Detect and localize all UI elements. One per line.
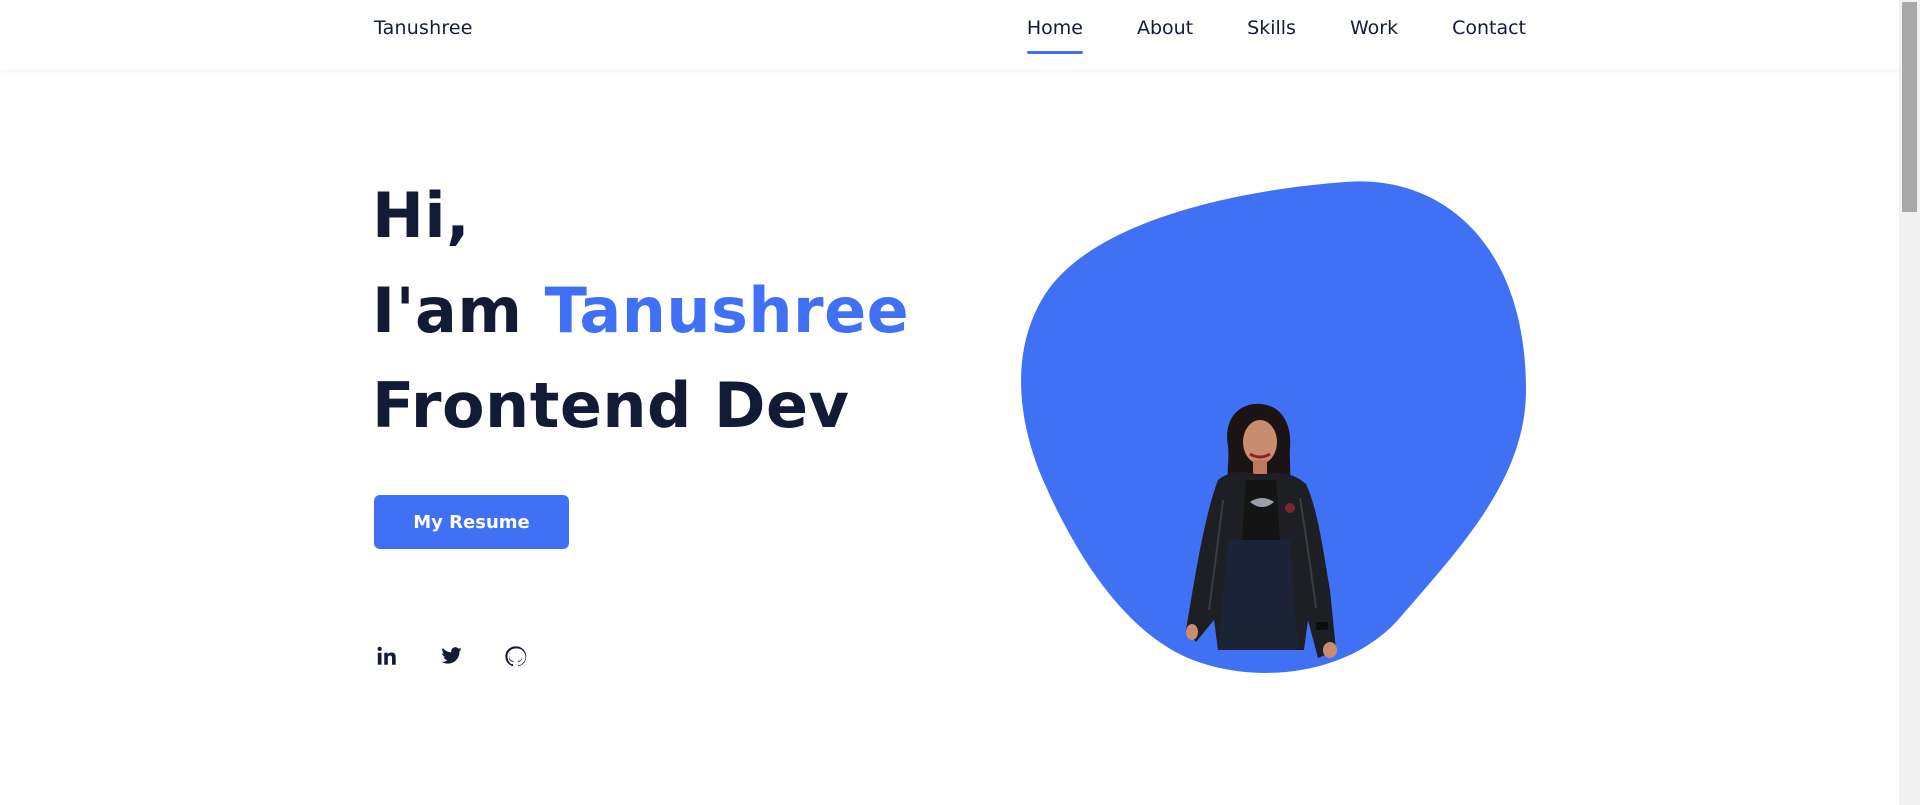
nav-home[interactable]: Home <box>1026 0 1084 70</box>
nav-skills[interactable]: Skills <box>1247 0 1296 70</box>
hero-title: Hi, I'am Tanushree Frontend Dev <box>372 168 909 453</box>
nav-work[interactable]: Work <box>1350 0 1398 70</box>
scrollbar-thumb[interactable] <box>1902 2 1917 212</box>
hero-greeting: Hi, <box>372 179 471 252</box>
profile-photo <box>1186 403 1337 658</box>
nav-contact[interactable]: Contact <box>1452 0 1526 70</box>
hero-intro-line: I'am Tanushree <box>372 263 909 358</box>
hero-role: Frontend Dev <box>372 369 850 442</box>
resume-button[interactable]: My Resume <box>374 495 569 549</box>
social-links <box>374 643 566 669</box>
linkedin-icon[interactable] <box>374 643 400 669</box>
hero-image-blob <box>1018 180 1526 676</box>
page-scrollbar[interactable] <box>1899 0 1920 805</box>
hero-intro-prefix: I'am <box>372 274 545 347</box>
site-logo[interactable]: Tanushree <box>374 17 473 39</box>
nav-about[interactable]: About <box>1137 0 1193 70</box>
twitter-icon[interactable] <box>438 643 464 669</box>
site-header: Tanushree Home About Skills Work Contact <box>0 0 1899 70</box>
main-nav: Home About Skills Work Contact <box>973 0 1526 70</box>
hero-name: Tanushree <box>544 274 910 347</box>
github-icon[interactable] <box>502 643 528 669</box>
